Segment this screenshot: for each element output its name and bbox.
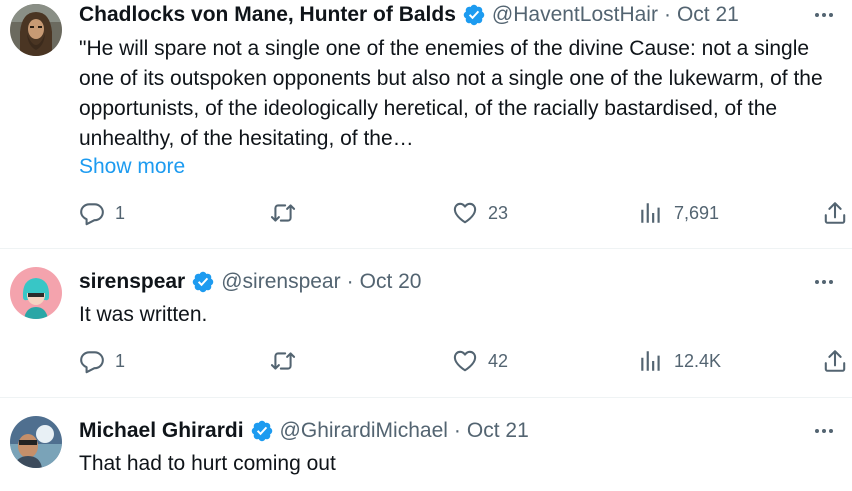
avatar[interactable] xyxy=(10,416,62,468)
like-count: 42 xyxy=(488,350,509,371)
views-button[interactable]: 12.4K xyxy=(638,348,721,374)
tweet-text: "He will spare not a single one of the e… xyxy=(79,37,823,150)
avatar[interactable] xyxy=(10,267,62,319)
verified-badge-icon xyxy=(250,419,274,443)
share-button[interactable] xyxy=(822,348,848,374)
separator-dot: · xyxy=(346,270,354,293)
separator-dot: · xyxy=(663,3,671,26)
tweet-date[interactable]: Oct 20 xyxy=(360,269,422,295)
like-button[interactable]: 23 xyxy=(452,200,508,226)
views-chart-icon xyxy=(638,348,664,374)
more-options-icon[interactable] xyxy=(810,421,838,441)
view-count: 12.4K xyxy=(674,350,722,371)
heart-icon xyxy=(452,200,478,226)
user-handle[interactable]: @sirenspear xyxy=(221,269,340,295)
like-count: 23 xyxy=(488,202,509,223)
show-more-link[interactable]: Show more xyxy=(79,154,185,180)
views-button[interactable]: 7,691 xyxy=(638,200,719,226)
more-options-icon[interactable] xyxy=(810,272,838,292)
tweet[interactable]: Michael Ghirardi @GhirardiMichael · Oct … xyxy=(0,398,852,491)
tweet-date[interactable]: Oct 21 xyxy=(677,2,739,28)
tweet[interactable]: sirenspear @sirenspear · Oct 20 It was w… xyxy=(0,249,852,397)
retweet-button[interactable] xyxy=(270,348,306,374)
more-options-icon[interactable] xyxy=(810,5,838,25)
retweet-button[interactable] xyxy=(270,200,306,226)
user-handle[interactable]: @GhirardiMichael xyxy=(280,418,448,444)
share-icon xyxy=(822,200,848,226)
view-count: 7,691 xyxy=(674,202,720,223)
retweet-icon xyxy=(270,348,296,374)
views-chart-icon xyxy=(638,200,664,226)
tweet-text: That had to hurt coming out xyxy=(79,452,336,475)
verified-badge-icon xyxy=(462,3,486,27)
reply-button[interactable]: 1 xyxy=(79,348,125,374)
reply-count: 1 xyxy=(115,202,126,223)
retweet-icon xyxy=(270,200,296,226)
display-name[interactable]: Michael Ghirardi xyxy=(79,418,244,444)
share-button[interactable] xyxy=(822,200,848,226)
display-name[interactable]: sirenspear xyxy=(79,269,185,295)
verified-badge-icon xyxy=(191,270,215,294)
separator-dot: · xyxy=(453,419,461,442)
tweet-actions: 1 23 7,691 xyxy=(0,200,852,230)
tweet-text: It was written. xyxy=(79,303,208,326)
tweet-actions: 1 42 12.4K xyxy=(0,348,852,378)
reply-icon xyxy=(79,348,105,374)
tweet-date[interactable]: Oct 21 xyxy=(467,418,529,444)
reply-button[interactable]: 1 xyxy=(79,200,125,226)
user-handle[interactable]: @HaventLostHair xyxy=(492,2,658,28)
reply-count: 1 xyxy=(115,350,126,371)
heart-icon xyxy=(452,348,478,374)
like-button[interactable]: 42 xyxy=(452,348,508,374)
display-name[interactable]: Chadlocks von Mane, Hunter of Balds xyxy=(79,2,456,28)
avatar[interactable] xyxy=(10,4,62,56)
reply-icon xyxy=(79,200,105,226)
tweet[interactable]: Chadlocks von Mane, Hunter of Balds @Hav… xyxy=(0,0,852,248)
share-icon xyxy=(822,348,848,374)
